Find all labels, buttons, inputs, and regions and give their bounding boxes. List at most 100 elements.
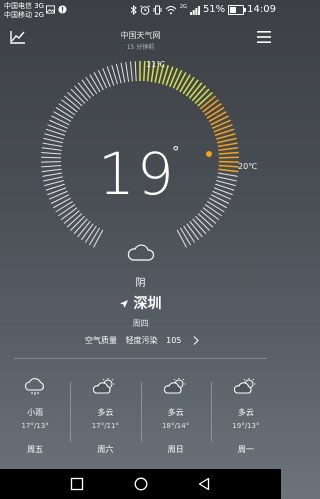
dial-tick bbox=[67, 92, 83, 107]
dial-tick bbox=[186, 223, 200, 241]
dial-tick bbox=[55, 200, 73, 213]
dial-tick bbox=[42, 142, 63, 147]
dial-tick bbox=[49, 119, 68, 129]
dial-tick bbox=[216, 179, 236, 187]
dial-tick bbox=[41, 156, 62, 159]
dial-tick bbox=[41, 164, 62, 168]
degree-symbol: ° bbox=[172, 143, 180, 161]
dial-tick bbox=[204, 102, 222, 116]
dial-tick bbox=[44, 179, 64, 187]
navigation-bar bbox=[0, 469, 281, 499]
dial-tick bbox=[125, 61, 130, 82]
dial-tick bbox=[192, 218, 207, 235]
dial-tick bbox=[218, 156, 239, 159]
forecast-item[interactable]: 多云 19°/13° 周一 bbox=[210, 372, 281, 462]
dial-tick bbox=[217, 176, 237, 182]
dial-tick bbox=[57, 204, 76, 217]
dial-tick bbox=[48, 190, 68, 200]
forecast-temp: 17°/13° bbox=[21, 422, 49, 430]
high-temp-label: 11℃ bbox=[146, 60, 166, 69]
dial-tick bbox=[88, 227, 101, 246]
dial-tick bbox=[217, 172, 238, 177]
dial-tick bbox=[84, 225, 97, 243]
home-icon[interactable] bbox=[134, 477, 148, 491]
dial-tick bbox=[93, 229, 104, 248]
dial-tick bbox=[179, 227, 192, 246]
dial-tick bbox=[217, 142, 238, 148]
dial-tick bbox=[97, 69, 108, 89]
dial-tick bbox=[182, 76, 195, 95]
dial-tick bbox=[89, 74, 101, 93]
dial-tick bbox=[208, 197, 227, 209]
forecast-day: 周一 bbox=[237, 445, 254, 454]
aqi-level: 轻度污染 bbox=[125, 336, 158, 345]
dial-tick bbox=[175, 71, 187, 91]
chevron-right-icon bbox=[193, 336, 199, 345]
dial-tick bbox=[74, 85, 89, 102]
dial-tick bbox=[53, 197, 72, 209]
forecast-item[interactable]: 多云 17°/11° 周六 bbox=[70, 372, 140, 462]
dial-tick bbox=[41, 147, 62, 151]
dial-tick bbox=[115, 63, 122, 84]
dial-tick bbox=[120, 62, 126, 83]
forecast-list: 小雨 17°/13° 周五 多云 17°/11° 周六 多云 18°/14° 周… bbox=[0, 372, 281, 462]
dial-tick bbox=[218, 164, 239, 168]
aqi-value: 105 bbox=[166, 336, 182, 345]
current-temperature: 19 bbox=[98, 140, 176, 208]
recent-apps-icon[interactable] bbox=[70, 477, 84, 491]
dial-tick bbox=[210, 115, 229, 126]
forecast-item[interactable]: 多云 18°/14° 周日 bbox=[140, 372, 211, 462]
partly-cloudy-icon bbox=[93, 378, 115, 394]
forecast-condition: 多云 bbox=[167, 408, 184, 417]
forecast-day: 周日 bbox=[167, 445, 184, 454]
dial-tick bbox=[197, 213, 214, 228]
dial-tick bbox=[43, 176, 63, 182]
dial-tick bbox=[200, 210, 217, 224]
dial-tick bbox=[77, 221, 91, 238]
forecast-condition: 多云 bbox=[237, 408, 254, 417]
weather-condition: 阴 bbox=[135, 278, 146, 289]
back-icon[interactable] bbox=[197, 477, 211, 491]
dial-tick bbox=[134, 61, 137, 82]
dial-tick bbox=[143, 61, 146, 82]
forecast-condition: 小雨 bbox=[27, 408, 44, 417]
cloudy-icon bbox=[127, 244, 155, 261]
dial-tick bbox=[202, 207, 220, 221]
dial-tick bbox=[41, 152, 62, 155]
city-name: 深圳 bbox=[133, 296, 162, 312]
partly-cloudy-icon bbox=[163, 378, 186, 394]
forecast-temp: 19°/13° bbox=[232, 422, 260, 430]
dial-tick bbox=[176, 229, 187, 248]
dial-tick bbox=[53, 111, 72, 122]
dial-tick bbox=[189, 221, 203, 238]
dial-tick bbox=[55, 107, 74, 119]
aqi-label: 空气质量 bbox=[85, 336, 118, 345]
forecast-item[interactable]: 小雨 17°/13° 周五 bbox=[0, 372, 70, 462]
dial-tick bbox=[70, 88, 86, 104]
city-location[interactable]: 深圳 bbox=[0, 293, 281, 313]
dial-tick bbox=[207, 200, 225, 213]
dial-tick bbox=[218, 168, 239, 173]
dial-tick bbox=[129, 61, 133, 82]
dial-tick bbox=[41, 168, 62, 173]
dial-tick bbox=[81, 79, 95, 97]
dial-tick bbox=[218, 151, 239, 155]
dial-tick bbox=[85, 76, 98, 95]
dial-tick bbox=[43, 137, 64, 144]
dial-tick bbox=[206, 106, 225, 119]
dial-tick bbox=[172, 69, 183, 89]
dial-tick bbox=[58, 103, 76, 116]
dial-tick bbox=[51, 115, 70, 126]
air-quality-row[interactable]: 空气质量 轻度污染 105 bbox=[0, 335, 281, 346]
dial-tick bbox=[204, 204, 223, 217]
current-weekday: 周四 bbox=[132, 319, 149, 328]
forecast-condition: 多云 bbox=[97, 408, 114, 417]
dial-tick bbox=[42, 172, 63, 177]
forecast-temp: 17°/11° bbox=[91, 422, 119, 430]
dial-tick bbox=[179, 74, 191, 93]
location-arrow-icon bbox=[119, 300, 128, 308]
dial-tick bbox=[63, 210, 80, 224]
dial-tick bbox=[195, 215, 210, 231]
forecast-temp: 18°/14° bbox=[162, 422, 190, 430]
temperature-dial bbox=[41, 61, 239, 248]
